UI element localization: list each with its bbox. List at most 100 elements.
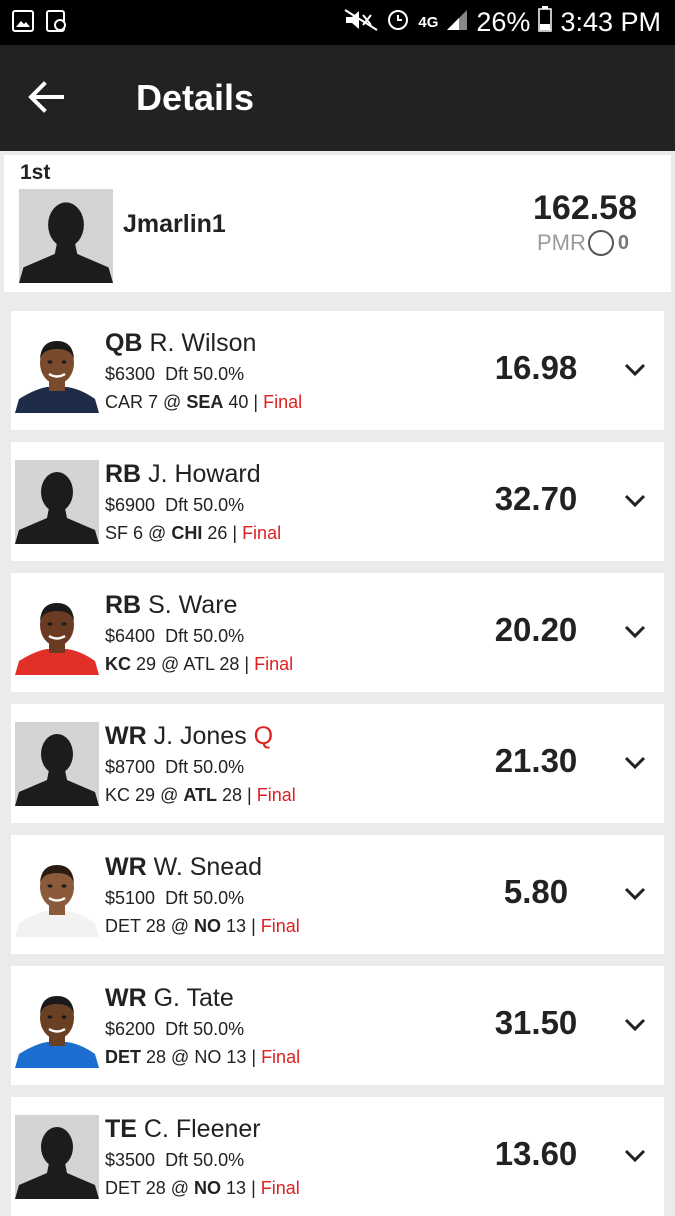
player-photo (15, 329, 99, 413)
status-bar-notifications (12, 10, 68, 37)
game-status: Final (261, 1047, 301, 1067)
player-card[interactable]: WR W. Snead $5100 Dft 50.0% DET 28 @ NO … (11, 835, 664, 954)
player-card[interactable]: RB J. Howard $6900 Dft 50.0% SF 6 @ CHI … (11, 442, 664, 561)
chevron-down-icon (624, 1149, 646, 1163)
home-score: 13 (226, 916, 247, 936)
player-points: 21.30 (494, 742, 578, 779)
expand-button[interactable] (623, 623, 647, 641)
rank-label: 1st (20, 161, 51, 184)
pmr-circle-icon (587, 230, 614, 256)
game-status: Final (256, 785, 296, 805)
game-status: Final (242, 523, 282, 543)
away-team: CAR (105, 392, 144, 412)
game-status: Final (263, 392, 303, 412)
home-score: 13 (226, 1047, 247, 1067)
chevron-down-icon (624, 625, 646, 639)
battery-percent: 26% (476, 7, 531, 37)
player-salary: $6300 (105, 364, 156, 384)
expand-button[interactable] (623, 1147, 647, 1165)
clock: 3:43 PM (560, 7, 661, 37)
player-card[interactable]: QB R. Wilson $6300 Dft 50.0% CAR 7 @ SEA… (11, 311, 664, 430)
drafted-percent: Dft 50.0% (165, 757, 245, 777)
pmr-label: PMR (536, 230, 586, 255)
player-name: C. Fleener (143, 1115, 261, 1143)
away-score: 29 (136, 654, 157, 674)
player-salary: $3500 (105, 1150, 156, 1170)
injury-tag: Q (253, 722, 274, 750)
away-score: 28 (145, 916, 166, 936)
player-photo (15, 722, 99, 806)
player-position: RB (105, 460, 142, 488)
home-score: 28 (219, 654, 240, 674)
home-team: SEA (186, 392, 224, 412)
home-team: NO (194, 916, 222, 936)
chevron-down-icon (624, 1018, 646, 1032)
expand-button[interactable] (623, 754, 647, 772)
away-score: 6 (133, 523, 144, 543)
arrow-left-icon (28, 81, 64, 113)
chevron-down-icon (624, 887, 646, 901)
battery-icon (538, 6, 553, 39)
player-salary: $6200 (105, 1019, 156, 1039)
status-bar-system: 4G 26% 3:43 PM (344, 6, 661, 39)
player-position: TE (105, 1115, 137, 1143)
player-photo (15, 460, 99, 544)
mute-icon (344, 7, 378, 38)
username: Jmarlin1 (123, 210, 226, 238)
away-team: SF (105, 523, 129, 543)
expand-button[interactable] (623, 885, 647, 903)
away-score: 7 (148, 392, 159, 412)
player-card[interactable]: RB S. Ware $6400 Dft 50.0% KC 29 @ ATL 2… (11, 573, 664, 692)
image-icon (12, 10, 34, 37)
player-photo (15, 591, 99, 675)
expand-button[interactable] (623, 492, 647, 510)
player-name: G. Tate (153, 984, 234, 1012)
game-status: Final (260, 916, 300, 936)
player-name: S. Ware (148, 591, 238, 619)
player-card[interactable]: WR J. Jones Q $8700 Dft 50.0% KC 29 @ AT… (11, 704, 664, 823)
avatar (19, 189, 113, 283)
back-button[interactable] (22, 73, 70, 121)
player-points: 32.70 (494, 480, 578, 517)
home-team: ATL (183, 654, 215, 674)
home-team: NO (194, 1178, 222, 1198)
chevron-down-icon (624, 494, 646, 508)
page-title: Details (136, 77, 255, 118)
player-position: WR (105, 722, 147, 750)
drafted-percent: Dft 50.0% (165, 1019, 245, 1039)
chevron-down-icon (624, 363, 646, 377)
chevron-down-icon (624, 756, 646, 770)
total-points: 162.58 (533, 189, 637, 227)
player-card[interactable]: WR G. Tate $6200 Dft 50.0% DET 28 @ NO 1… (11, 966, 664, 1085)
drafted-percent: Dft 50.0% (165, 364, 245, 384)
player-position: QB (105, 329, 143, 357)
player-salary: $5100 (105, 888, 156, 908)
away-score: 28 (145, 1178, 166, 1198)
signal-icon (446, 7, 468, 38)
pmr-indicator: PMR 0 (537, 230, 629, 256)
player-name: J. Jones (153, 722, 247, 750)
expand-button[interactable] (623, 361, 647, 379)
sync-icon (46, 10, 68, 37)
expand-button[interactable] (623, 1016, 647, 1034)
entry-summary-card: 1st Jmarlin1 162.58 PMR 0 (4, 155, 671, 292)
network-label: 4G (418, 14, 439, 31)
drafted-percent: Dft 50.0% (165, 1150, 245, 1170)
pmr-value: 0 (617, 231, 629, 254)
player-position: WR (105, 853, 147, 881)
player-name: J. Howard (148, 460, 261, 488)
game-status: Final (260, 1178, 300, 1198)
away-team: DET (105, 1047, 141, 1067)
player-position: WR (105, 984, 147, 1012)
home-team: ATL (183, 785, 217, 805)
player-salary: $8700 (105, 757, 156, 777)
drafted-percent: Dft 50.0% (165, 626, 245, 646)
player-card[interactable]: TE C. Fleener $3500 Dft 50.0% DET 28 @ N… (11, 1097, 664, 1216)
away-team: DET (105, 1178, 141, 1198)
away-score: 29 (135, 785, 156, 805)
player-name: W. Snead (153, 853, 263, 881)
away-team: DET (105, 916, 141, 936)
home-score: 28 (222, 785, 243, 805)
away-score: 28 (146, 1047, 167, 1067)
player-points: 16.98 (494, 349, 578, 386)
